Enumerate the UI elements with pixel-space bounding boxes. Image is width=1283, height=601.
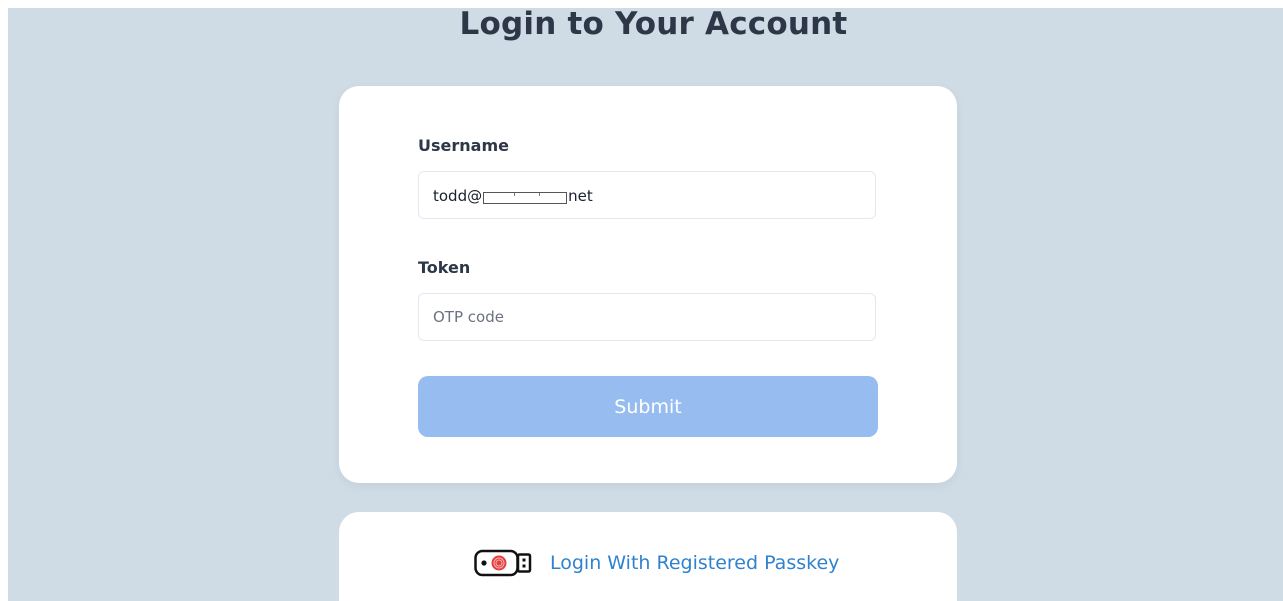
page-background: Login to Your Account Username todd@ net …: [8, 8, 1283, 601]
passkey-login-link[interactable]: Login With Registered Passkey: [474, 548, 839, 578]
username-value: todd@ net: [433, 172, 593, 220]
login-card: Username todd@ net Token Submit: [339, 86, 957, 483]
submit-button[interactable]: Submit: [418, 376, 878, 437]
redaction-box: [483, 192, 568, 204]
username-label: Username: [418, 136, 509, 155]
username-value-suffix: net: [568, 187, 593, 205]
username-value-prefix: todd@: [433, 187, 483, 205]
passkey-login-label: Login With Registered Passkey: [550, 552, 840, 574]
token-label: Token: [418, 258, 471, 277]
token-field[interactable]: [418, 293, 876, 341]
page-title: Login to Your Account: [459, 8, 848, 42]
username-field[interactable]: todd@ net: [418, 171, 876, 219]
passkey-card: Login With Registered Passkey: [339, 512, 957, 601]
usb-security-key-icon: [474, 549, 532, 577]
